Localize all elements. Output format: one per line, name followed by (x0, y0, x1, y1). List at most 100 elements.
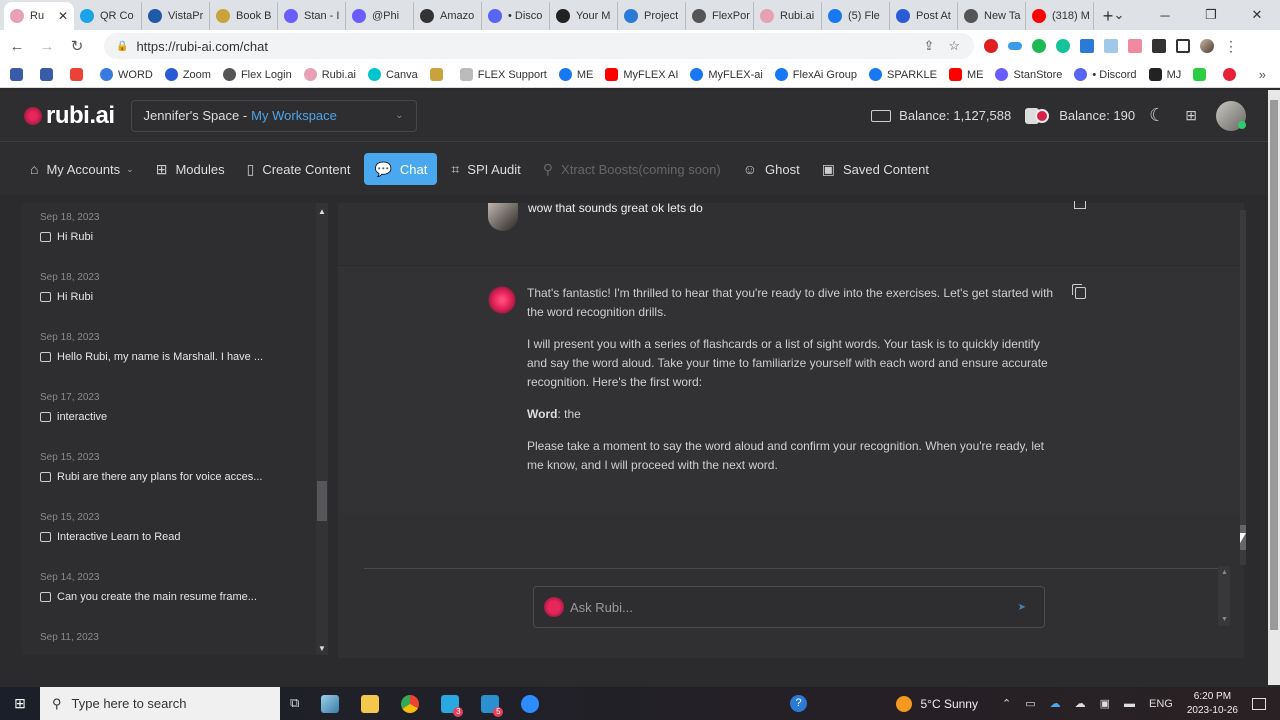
bookmark-item[interactable]: StanStore (995, 68, 1062, 81)
bookmarks-overflow-button[interactable]: » (1259, 67, 1266, 82)
browser-tab[interactable]: Your M (550, 2, 618, 30)
bookmark-item[interactable]: FlexAi Group (774, 68, 857, 81)
nav-chat[interactable]: 💬 Chat (364, 153, 438, 185)
bookmark-item[interactable]: Rubi.ai (303, 68, 356, 81)
chrome-icon[interactable] (401, 694, 420, 713)
battery-icon[interactable]: ▬ (1124, 698, 1135, 710)
opera-extension-icon[interactable] (984, 39, 998, 53)
browser-tab[interactable]: FlexPor (686, 2, 754, 30)
nav-create-content[interactable]: ▯ Create Content (247, 153, 351, 185)
input-scrollbar[interactable]: ▲ ▼ (1218, 566, 1230, 626)
browser-tab[interactable]: VistaPr (142, 2, 210, 30)
check-extension-icon[interactable] (1032, 39, 1046, 53)
back-button[interactable]: ← (4, 38, 30, 55)
browser-tab[interactable]: (5) Fle (822, 2, 890, 30)
apps-grid-icon[interactable]: ⊞ (1185, 107, 1197, 124)
history-item[interactable]: Sep 18, 2023 Hello Rubi, my name is Marsh… (40, 331, 316, 391)
browser-tab[interactable]: Project (618, 2, 686, 30)
browser-menu-icon[interactable]: ⋮ (1224, 39, 1238, 53)
sidebar-scroll-thumb[interactable] (317, 481, 327, 521)
app-with-badge-icon[interactable]: 5 (481, 694, 504, 717)
bookmark-item[interactable]: MyFLEX AI (605, 68, 678, 81)
nav-my-accounts[interactable]: ⌂ My Accounts ⌄ (30, 153, 134, 185)
bookmark-item[interactable] (10, 68, 28, 81)
history-item[interactable]: Sep 18, 2023 Hi Rubi (40, 211, 316, 271)
tab-search-icon[interactable]: ⌄ (1096, 0, 1142, 30)
grammarly-extension-icon[interactable] (1056, 39, 1070, 53)
bookmark-item[interactable]: MyFLEX-ai (690, 68, 763, 81)
cloud-extension-icon[interactable] (1008, 42, 1022, 50)
app-icon[interactable] (321, 694, 340, 713)
bookmark-item[interactable] (1223, 68, 1241, 81)
bookmark-item[interactable] (1193, 68, 1211, 81)
app-with-badge-icon[interactable]: 3 (441, 694, 464, 717)
side-panel-icon[interactable] (1176, 39, 1190, 53)
bookmark-item[interactable]: SPARKLE (869, 68, 937, 81)
workspace-selector[interactable]: Jennifer's Space - My Workspace ⌄ (130, 99, 417, 132)
copy-icon[interactable] (1074, 201, 1086, 209)
bookmark-item[interactable] (429, 68, 448, 81)
bookmark-item[interactable]: Zoom (164, 68, 211, 81)
browser-tab[interactable]: New Ta (958, 2, 1026, 30)
badge-extension-icon[interactable] (1128, 39, 1142, 53)
bookmark-star-icon[interactable]: ☆ (948, 38, 960, 54)
browser-tab[interactable]: (318) M (1026, 2, 1094, 30)
browser-tab[interactable]: QR Co (74, 2, 142, 30)
bookmark-item[interactable]: Flex Login (222, 68, 292, 81)
history-item[interactable]: Sep 14, 2023 Can you create the main resu… (40, 571, 316, 631)
bookmark-item[interactable] (40, 68, 58, 81)
history-item[interactable]: Sep 15, 2023 Rubi are there any plans for… (40, 451, 316, 511)
book-extension-icon[interactable] (1080, 39, 1094, 53)
chat-input[interactable] (570, 599, 1018, 615)
display-icon[interactable]: ▣ (1100, 697, 1110, 710)
onedrive-icon[interactable]: ☁ (1050, 697, 1061, 710)
bookmark-item[interactable] (70, 68, 88, 81)
puzzle-extensions-icon[interactable] (1152, 39, 1166, 53)
browser-tab[interactable]: • Disco (482, 2, 550, 30)
forward-button[interactable]: → (34, 38, 60, 55)
maximize-button[interactable]: ❐ (1188, 0, 1234, 30)
clock[interactable]: 6:20 PM 2023-10-26 (1187, 690, 1238, 718)
history-item[interactable]: Sep 15, 2023 Interactive Learn to Read (40, 511, 316, 571)
history-item[interactable]: Sep 18, 2023 Hi Rubi (40, 271, 316, 331)
bookmark-item[interactable]: ME (948, 68, 983, 81)
taskbar-search[interactable]: ⚲ Type here to search (40, 687, 280, 720)
copy-icon[interactable] (1072, 284, 1086, 299)
file-explorer-icon[interactable] (361, 694, 380, 713)
language-indicator[interactable]: ENG (1149, 698, 1173, 710)
browser-tab[interactable]: Book B (210, 2, 278, 30)
send-icon[interactable]: ➤ (1018, 602, 1026, 613)
scroll-down-arrow-icon[interactable]: ▼ (318, 644, 326, 653)
browser-tab[interactable]: Post At (890, 2, 958, 30)
screenshot-extension-icon[interactable] (1104, 39, 1118, 53)
nav-ghost[interactable]: ☺ Ghost (743, 153, 800, 185)
zoom-app-icon[interactable] (521, 694, 540, 713)
history-item[interactable]: Sep 17, 2023 interactive (40, 391, 316, 451)
bookmark-item[interactable]: Canva (367, 68, 418, 81)
page-scroll-thumb[interactable] (1270, 100, 1278, 630)
bookmark-item[interactable]: ME (558, 68, 593, 81)
url-field[interactable]: 🔒 https://rubi-ai.com/chat ⇪ ☆ (104, 33, 974, 59)
weather-text[interactable]: 5°C Sunny (920, 697, 978, 711)
scroll-up-arrow-icon[interactable]: ▲ (318, 207, 326, 216)
rubi-logo[interactable]: rubi.ai (24, 102, 115, 130)
user-avatar[interactable] (1216, 100, 1246, 131)
nav-spi-audit[interactable]: ⌗ SPI Audit (451, 153, 520, 185)
sidebar-scrollbar[interactable]: ▲ ▼ (316, 203, 328, 655)
browser-tab[interactable]: Stan - I (278, 2, 346, 30)
minimize-button[interactable]: ─ (1142, 0, 1188, 30)
close-window-button[interactable]: ✕ (1234, 0, 1280, 30)
bookmark-item[interactable]: FLEX Support (459, 68, 547, 81)
task-view-icon[interactable]: ⧉ (290, 695, 299, 713)
bookmark-item[interactable]: MJ (1148, 68, 1181, 81)
browser-tab[interactable]: Rubi.ai (754, 2, 822, 30)
history-item[interactable]: Sep 11, 2023 (40, 631, 316, 651)
notification-center-icon[interactable] (1252, 697, 1266, 710)
browser-tab[interactable]: Amazo (414, 2, 482, 30)
share-icon[interactable]: ⇪ (923, 38, 934, 54)
dark-mode-toggle-icon[interactable]: ☾ (1149, 105, 1165, 126)
windows-start-icon[interactable]: ⊞ (0, 695, 40, 712)
nav-modules[interactable]: ⊞ Modules (156, 153, 225, 185)
nav-saved-content[interactable]: ▣ Saved Content (822, 153, 929, 185)
browser-tab[interactable]: @Phi (346, 2, 414, 30)
